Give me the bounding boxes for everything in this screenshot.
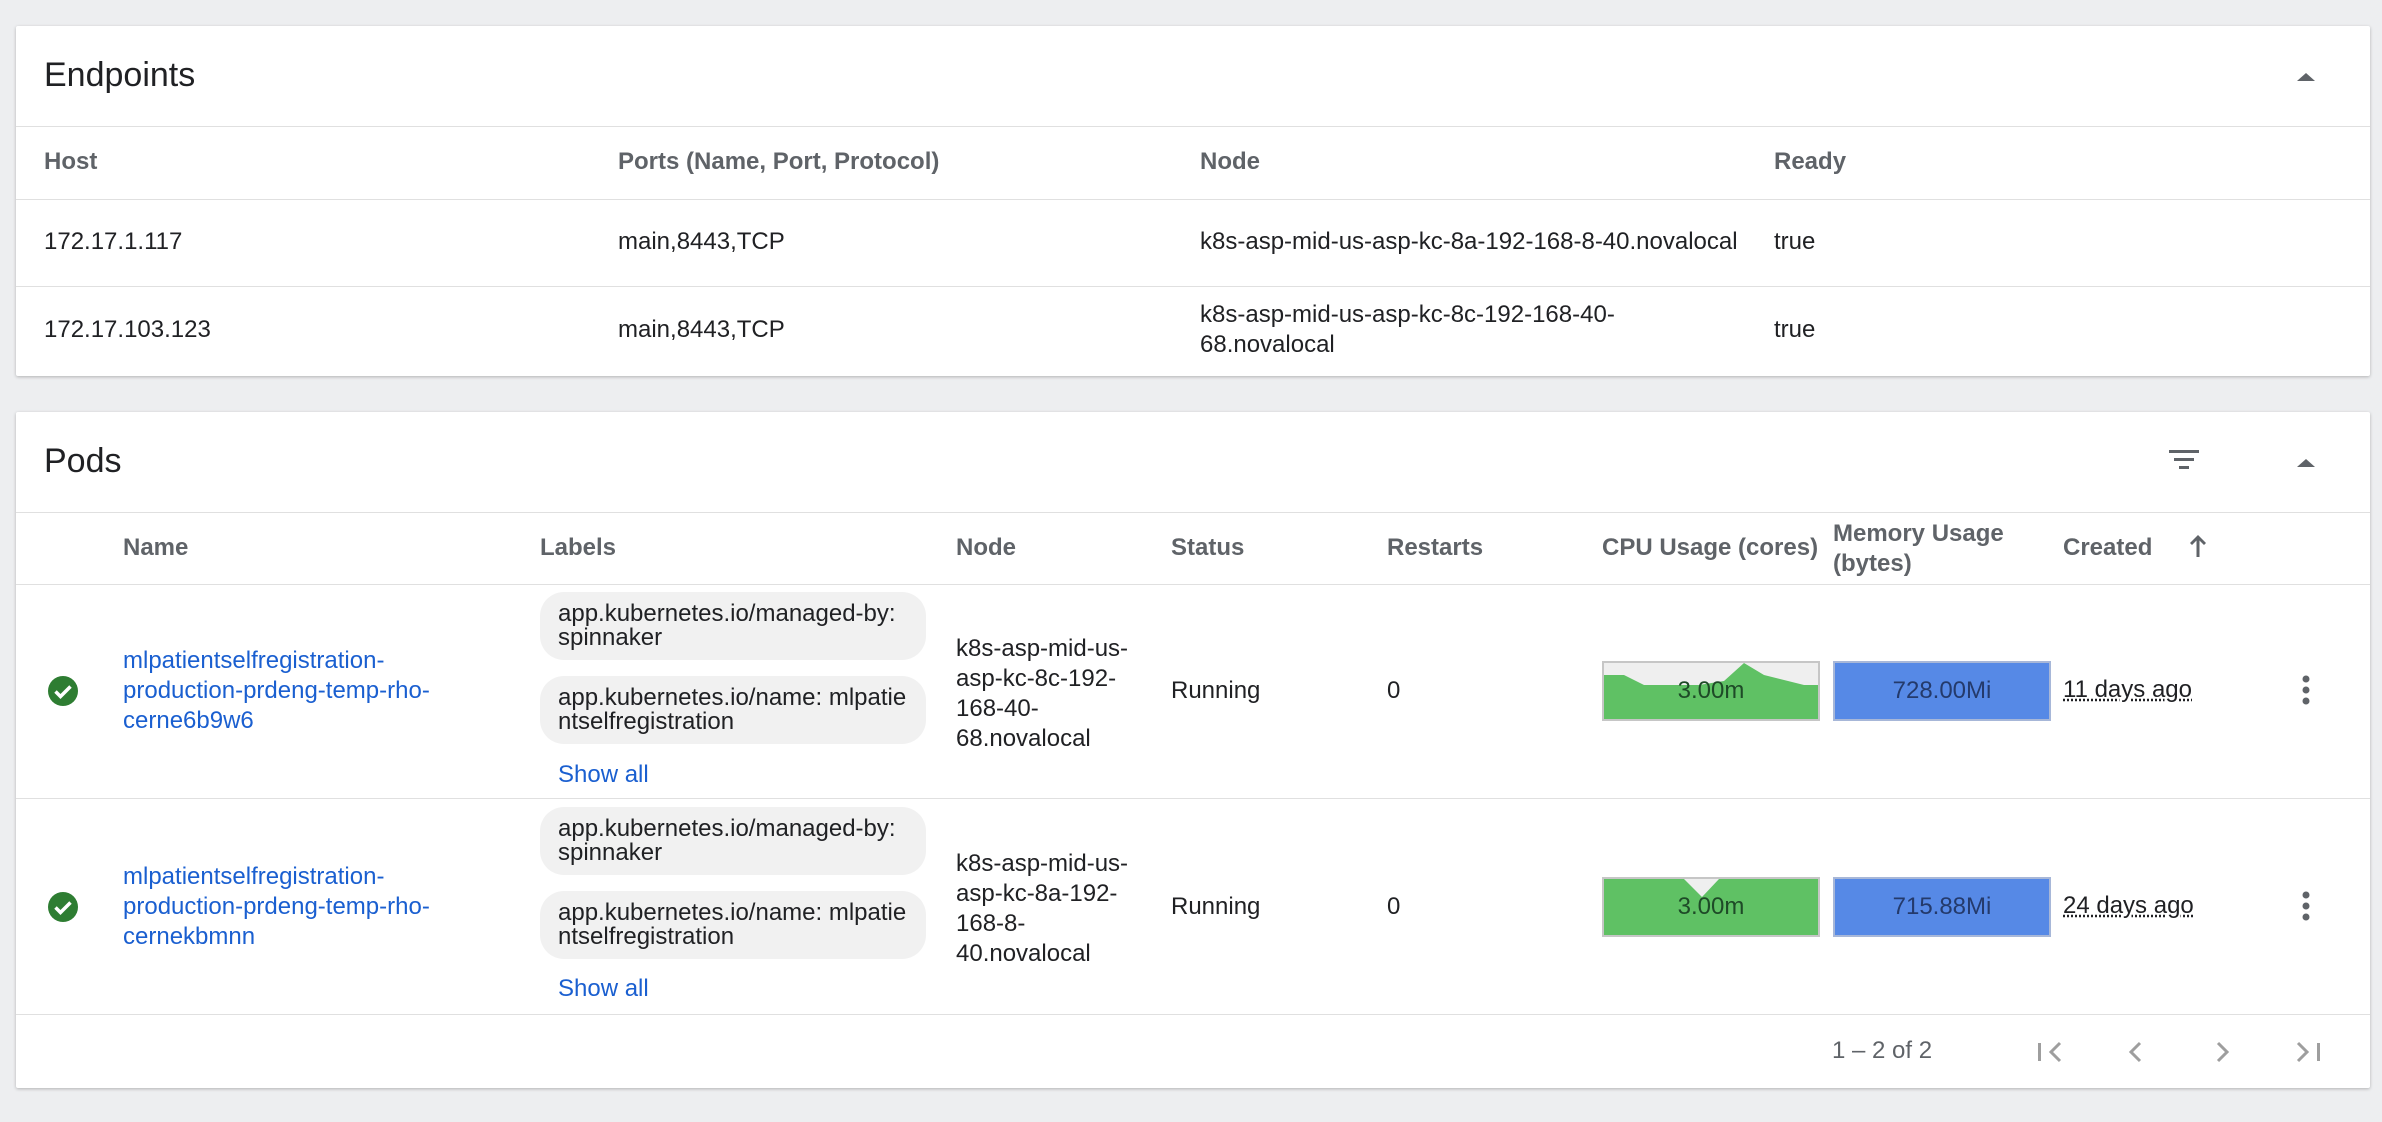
- column-header-memory-line: Memory Usage: [1833, 520, 2004, 547]
- collapse-pods-button[interactable]: [2282, 438, 2330, 486]
- endpoint-ports: main,8443,TCP: [618, 316, 785, 343]
- pod-name-line: cerne6b9w6: [123, 707, 254, 734]
- pod-node-line: 168-40-: [956, 695, 1039, 722]
- memory-sparkline: 728.00Mi: [1833, 661, 2051, 721]
- label-chip: app.kubernetes.io/name: mlpatientselfreg…: [540, 676, 926, 744]
- memory-usage-value: 715.88Mi: [1892, 893, 1992, 920]
- check-circle-icon: [48, 892, 78, 922]
- column-header-cpu: CPU Usage (cores): [1602, 534, 1819, 561]
- pod-node-line: k8s-asp-mid-us-: [956, 850, 1129, 877]
- pod-node-line: asp-kc-8c-192-: [956, 665, 1117, 692]
- cpu-sparkline: 3.00m: [1602, 877, 1820, 937]
- column-header-name[interactable]: Name: [123, 534, 188, 562]
- pod-name-line: production-prdeng-temp-rho-: [123, 893, 430, 920]
- check-circle-icon: [48, 676, 78, 706]
- pod-actions-menu-button[interactable]: [2282, 882, 2330, 930]
- cpu-usage-value: 3.00m: [1677, 677, 1745, 704]
- pod-node-line: 68.novalocal: [956, 725, 1091, 752]
- pod-node: k8s-asp-mid-us- asp-kc-8c-192- 168-40- 6…: [956, 634, 1128, 754]
- column-header-host[interactable]: Host: [44, 148, 97, 176]
- pod-node: k8s-asp-mid-us- asp-kc-8a-192- 168-8- 40…: [956, 849, 1128, 969]
- pod-name-link[interactable]: mlpatientselfregistration- production-pr…: [123, 862, 483, 952]
- pod-node-line: k8s-asp-mid-us-: [956, 635, 1129, 662]
- endpoint-node: k8s-asp-mid-us-asp-kc-8a-192-168-8-40.no…: [1200, 228, 1738, 255]
- column-header-status[interactable]: Status: [1171, 534, 1244, 562]
- column-header-labels: Labels: [540, 534, 617, 561]
- cpu-sparkline: 3.00m: [1602, 661, 1820, 721]
- memory-usage-value: 728.00Mi: [1892, 677, 1992, 704]
- divider: [16, 1014, 2370, 1015]
- more-vert-icon: [2302, 891, 2310, 921]
- show-all-labels-link[interactable]: Show all: [558, 761, 649, 789]
- pod-name-line: production-prdeng-temp-rho-: [123, 677, 430, 704]
- first-page-button[interactable]: [2026, 1028, 2074, 1076]
- pod-name-link[interactable]: mlpatientselfregistration- production-pr…: [123, 646, 483, 736]
- pod-created[interactable]: 24 days ago: [2063, 892, 2194, 920]
- endpoint-node: k8s-asp-mid-us-asp-kc-8c-192-168-40- 68.…: [1200, 300, 1615, 360]
- pod-name-line: cernekbmnn: [123, 923, 256, 950]
- last-page-icon: [2296, 1041, 2320, 1063]
- label-chip: app.kubernetes.io/managed-by: spinnaker: [540, 592, 926, 660]
- endpoint-host: 172.17.1.117: [44, 228, 183, 255]
- last-page-button[interactable]: [2284, 1028, 2332, 1076]
- column-header-memory: Memory Usage (bytes): [1833, 519, 2004, 579]
- column-header-memory-line: (bytes): [1833, 550, 1912, 577]
- filter-button[interactable]: [2160, 436, 2208, 484]
- endpoints-title: Endpoints: [44, 56, 196, 94]
- pod-status: Running: [1171, 677, 1261, 704]
- show-all-labels-link[interactable]: Show all: [558, 975, 649, 1003]
- pod-actions-menu-button[interactable]: [2282, 666, 2330, 714]
- arrow-up-icon: [2190, 535, 2206, 557]
- chevron-up-icon: [2297, 73, 2315, 81]
- endpoint-node-line: 68.novalocal: [1200, 331, 1335, 358]
- column-header-ports[interactable]: Ports (Name, Port, Protocol): [618, 148, 939, 176]
- chevron-up-icon: [2297, 459, 2315, 467]
- divider: [16, 798, 2370, 799]
- column-header-ready[interactable]: Ready: [1774, 148, 1846, 176]
- pod-created[interactable]: 11 days ago: [2063, 676, 2192, 704]
- filter-icon: [2169, 450, 2199, 469]
- endpoints-card: Endpoints Host Ports (Name, Port, Protoc…: [16, 26, 2370, 376]
- pod-status: Running: [1171, 893, 1261, 920]
- chevron-left-icon: [2128, 1041, 2142, 1063]
- pod-restarts: 0: [1387, 893, 1401, 920]
- pod-name-line: mlpatientselfregistration-: [123, 863, 385, 890]
- divider: [16, 199, 2370, 200]
- divider: [16, 512, 2370, 513]
- pod-name-line: mlpatientselfregistration-: [123, 647, 385, 674]
- cpu-usage-value: 3.00m: [1677, 893, 1745, 920]
- endpoint-ports: main,8443,TCP: [618, 228, 785, 255]
- memory-sparkline: 715.88Mi: [1833, 877, 2051, 937]
- column-header-created[interactable]: Created: [2063, 534, 2152, 562]
- chevron-right-icon: [2216, 1041, 2230, 1063]
- endpoint-ready: true: [1774, 228, 1816, 255]
- divider: [16, 286, 2370, 287]
- divider: [16, 126, 2370, 127]
- column-header-node[interactable]: Node: [1200, 148, 1260, 176]
- endpoint-ready: true: [1774, 316, 1816, 343]
- previous-page-button[interactable]: [2112, 1028, 2160, 1076]
- more-vert-icon: [2302, 675, 2310, 705]
- pagination-range: 1 – 2 of 2: [1832, 1037, 1933, 1064]
- pods-card: Pods Name Labels Node Status Restarts CP…: [16, 412, 2370, 1088]
- endpoint-host: 172.17.103.123: [44, 316, 211, 343]
- label-chip: app.kubernetes.io/name: mlpatientselfreg…: [540, 891, 926, 959]
- endpoint-node-line: k8s-asp-mid-us-asp-kc-8c-192-168-40-: [1200, 301, 1615, 328]
- column-header-node[interactable]: Node: [956, 534, 1016, 562]
- label-chip: app.kubernetes.io/managed-by: spinnaker: [540, 807, 926, 875]
- pods-title: Pods: [44, 442, 122, 480]
- next-page-button[interactable]: [2198, 1028, 2246, 1076]
- pod-restarts: 0: [1387, 677, 1401, 704]
- sort-button[interactable]: [2174, 522, 2222, 570]
- pod-node-line: 168-8-: [956, 910, 1026, 937]
- pod-node-line: 40.novalocal: [956, 940, 1091, 967]
- collapse-endpoints-button[interactable]: [2282, 52, 2330, 100]
- column-header-restarts[interactable]: Restarts: [1387, 534, 1483, 562]
- first-page-icon: [2038, 1041, 2062, 1063]
- pod-node-line: asp-kc-8a-192-: [956, 880, 1118, 907]
- divider: [16, 584, 2370, 585]
